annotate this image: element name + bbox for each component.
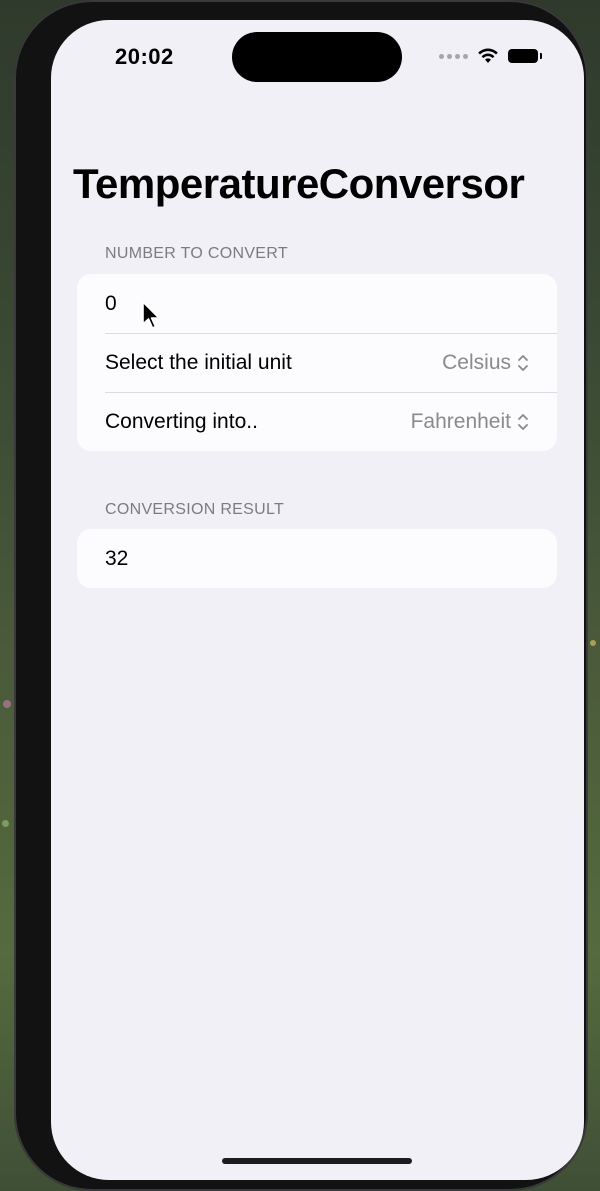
section-header-result: CONVERSION RESULT [105,501,285,518]
result-value: 32 [105,546,129,570]
initial-unit-label: Select the initial unit [105,350,292,374]
result-row: 32 [77,529,557,588]
wifi-icon [478,48,498,63]
cellular-signal-icon [439,53,468,59]
target-unit-picker[interactable]: Fahrenheit [411,410,529,434]
initial-unit-picker-row[interactable]: Select the initial unit Celsius [77,333,557,392]
status-icons [439,46,542,66]
dynamic-island [232,32,402,82]
app-screen: 20:02 TemperatureConversor NUMBER TO CON… [51,20,584,1180]
page-title: TemperatureConversor [73,160,525,207]
status-time: 20:02 [115,44,174,69]
result-group: 32 [77,529,557,588]
section-header-input: NUMBER TO CONVERT [105,245,288,262]
initial-unit-picker[interactable]: Celsius [442,351,529,375]
initial-unit-value[interactable]: Celsius [442,351,511,375]
chevron-up-down-icon [517,353,529,373]
chevron-up-down-icon [517,412,529,432]
status-bar: 20:02 [51,20,584,90]
wallpaper-speck [2,820,9,827]
battery-icon [508,49,542,63]
home-indicator[interactable] [222,1158,412,1164]
mouse-pointer-icon [142,301,160,329]
wallpaper-speck [590,640,596,646]
target-unit-picker-row[interactable]: Converting into.. Fahrenheit [77,392,557,451]
number-input-value[interactable]: 0 [105,292,529,316]
wallpaper-speck [3,700,11,708]
target-unit-value[interactable]: Fahrenheit [411,410,511,434]
target-unit-label: Converting into.. [105,409,258,433]
phone-frame: 20:02 TemperatureConversor NUMBER TO CON… [14,0,588,1191]
